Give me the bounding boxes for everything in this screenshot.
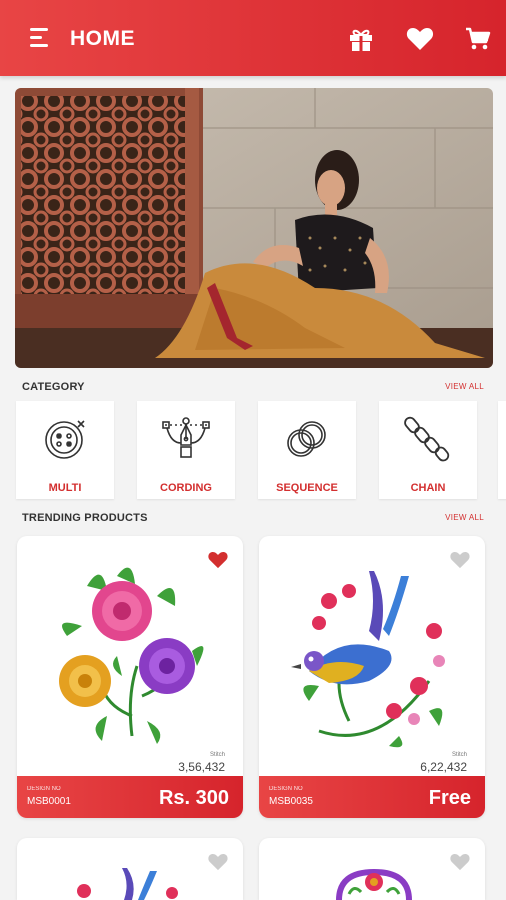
design-no-label: DESIGN NO <box>269 786 303 792</box>
product-card[interactable] <box>17 838 243 900</box>
category-item-sequence[interactable]: SEQUENCE <box>258 401 356 499</box>
product-price: Rs. 300 <box>158 787 229 809</box>
embroidery-design-image <box>77 868 178 900</box>
category-label: CORDING <box>160 482 212 494</box>
product-footer: DESIGN NO MSB0001 Rs. 300 <box>17 776 243 818</box>
design-number: MSB0035 <box>269 796 313 807</box>
stitch-count: 6,22,432 <box>420 760 467 774</box>
design-number: MSB0001 <box>27 796 71 807</box>
stitch-label: Stitch <box>451 752 467 758</box>
embroidery-design-image <box>336 868 412 900</box>
chain-icon <box>403 413 453 463</box>
category-item-cording[interactable]: CORDING <box>137 401 235 499</box>
hero-banner[interactable] <box>15 88 493 368</box>
stitch-label: Stitch <box>209 752 225 758</box>
favorite-heart-icon[interactable] <box>449 851 471 871</box>
category-label: MULTI <box>48 482 82 494</box>
category-item-multi[interactable]: MULTI <box>16 401 114 499</box>
page-title: HOME <box>70 27 135 50</box>
product-card[interactable]: Stitch 3,56,432 DESIGN NO MSB0001 Rs. 30… <box>17 536 243 818</box>
sequin-icon <box>282 413 332 463</box>
stitch-count: 3,56,432 <box>178 760 225 774</box>
category-label: CHAIN <box>410 482 446 494</box>
trending-view-all-link[interactable]: VIEW ALL <box>445 513 484 522</box>
gift-icon[interactable] <box>346 24 376 54</box>
design-no-label: DESIGN NO <box>27 786 61 792</box>
embroidery-design-image <box>59 567 204 744</box>
pen-tool-icon <box>161 413 211 463</box>
product-card[interactable] <box>259 838 485 900</box>
category-label: SEQUENCE <box>276 482 338 494</box>
category-heading: CATEGORY <box>22 381 85 393</box>
trending-header: TRENDING PRODUCTS VIEW ALL <box>22 512 484 528</box>
trending-heading: TRENDING PRODUCTS <box>22 512 148 524</box>
product-card[interactable]: Stitch 6,22,432 DESIGN NO MSB0035 Free <box>259 536 485 818</box>
product-price: Free <box>428 787 471 809</box>
category-header: CATEGORY VIEW ALL <box>22 381 484 397</box>
category-view-all-link[interactable]: VIEW ALL <box>445 382 484 391</box>
cart-icon[interactable] <box>463 24 493 54</box>
app-bar: HOME <box>0 0 506 76</box>
embroidery-design-image <box>291 571 445 748</box>
button-icon <box>40 413 90 463</box>
category-item-chain[interactable]: CHAIN <box>379 401 477 499</box>
heart-icon[interactable] <box>405 24 435 54</box>
favorite-heart-icon[interactable] <box>207 851 229 871</box>
category-item-partial[interactable] <box>498 401 506 499</box>
menu-icon[interactable] <box>30 28 52 48</box>
product-footer: DESIGN NO MSB0035 Free <box>259 776 485 818</box>
